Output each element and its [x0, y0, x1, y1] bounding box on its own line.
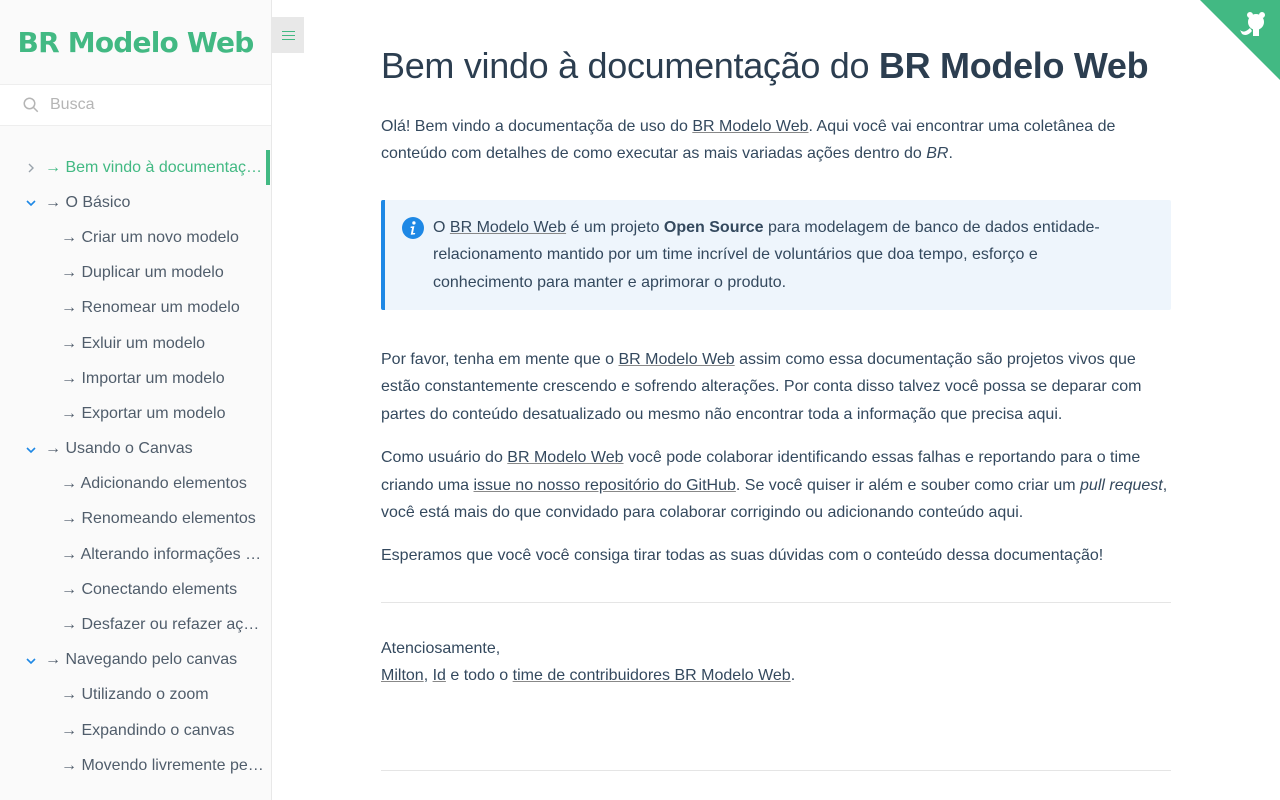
hamburger-icon-line [281, 30, 295, 32]
sidebar-item[interactable]: → Criar um novo modelo [0, 220, 271, 255]
text: é um projeto [566, 218, 664, 236]
intro-paragraph: Olá! Bem vindo a documentaçõa de uso do … [381, 113, 1171, 168]
search-input[interactable] [50, 96, 260, 114]
app-name: BR Modelo Web [0, 0, 271, 84]
github-corner-icon[interactable] [1200, 0, 1280, 80]
sidebar-item-label: → Utilizando o zoom [61, 686, 209, 704]
main-content: Bem vindo à documentação do BR Modelo We… [381, 0, 1171, 771]
sidebar-item-label: → Usando o Canvas [45, 440, 193, 458]
sidebar-item[interactable]: → Exluir um modelo [0, 326, 271, 361]
page-title: Bem vindo à documentação do BR Modelo We… [381, 44, 1171, 88]
milton-link[interactable]: Milton [381, 667, 424, 684]
br-modelo-web-link[interactable]: BR Modelo Web [692, 118, 808, 135]
sidebar-item-label: → Expandindo o canvas [61, 721, 235, 739]
strong-text: Open Source [663, 218, 764, 236]
github-issue-link[interactable]: issue no nosso repositório do GitHub [474, 477, 736, 494]
sidebar-item[interactable]: → Renomeando elementos [0, 502, 271, 537]
text: . [790, 667, 796, 685]
sidebar-item[interactable]: → O Básico [0, 185, 271, 220]
sidebar-item-label: → Criar um novo modelo [61, 228, 239, 246]
sidebar-item-label: → Bem vindo à documentação do BR Modelo … [45, 158, 263, 176]
sidebar-nav: → Bem vindo à documentação do BR Modelo … [0, 126, 271, 783]
sidebar-item-label: → Renomear um modelo [61, 299, 240, 317]
sidebar-item[interactable]: → Renomear um modelo [0, 291, 271, 326]
id-link[interactable]: Id [433, 667, 446, 684]
sidebar-item[interactable]: → Importar um modelo [0, 361, 271, 396]
info-icon [402, 216, 424, 239]
sidebar-item-label: → O Básico [45, 193, 131, 211]
signature-paragraph: Atenciosamente, Milton, Id e todo o time … [381, 635, 1171, 690]
br-modelo-web-link[interactable]: BR Modelo Web [618, 351, 734, 368]
info-callout-text: O BR Modelo Web é um projeto Open Source… [433, 214, 1141, 296]
sidebar-item-label: → Alterando informações dos elementos [61, 545, 264, 563]
sidebar-item[interactable]: → Conectando elements [0, 572, 271, 607]
sidebar-item-label: → Navegando pelo canvas [45, 651, 238, 669]
sidebar-item-label: → Importar um modelo [61, 369, 225, 387]
br-modelo-web-link[interactable]: BR Modelo Web [507, 449, 623, 466]
text: . Se você quiser ir além e souber como c… [735, 476, 1081, 494]
chevron-down-icon[interactable] [25, 654, 37, 666]
hamburger-icon-line [281, 34, 295, 36]
sidebar-item[interactable]: → Movendo livremente pelo canvas [0, 748, 271, 783]
text: Por favor, tenha em mente que o [381, 351, 619, 369]
sidebar-item-label: → Adicionando elementos [61, 475, 247, 493]
text: O [433, 218, 450, 236]
br-modelo-web-link[interactable]: BR Modelo Web [450, 219, 566, 236]
sidebar-item[interactable]: → Usando o Canvas [0, 432, 271, 467]
emphasis-text: pull request [1080, 476, 1163, 494]
chevron-right-icon[interactable] [25, 161, 37, 173]
text: Olá! Bem vindo a documentaçõa de uso do [381, 118, 693, 135]
text: e todo o [445, 667, 513, 685]
text: . [948, 145, 953, 163]
closing-paragraph: Esperamos que você você consiga tirar to… [381, 547, 1104, 565]
page-title-text: Bem vindo à documentação do [381, 45, 879, 86]
text: Como usuário do [381, 449, 508, 467]
chevron-down-icon[interactable] [25, 443, 37, 455]
info-callout: O BR Modelo Web é um projeto Open Source… [381, 199, 1171, 311]
search-box [0, 84, 271, 126]
sidebar-item[interactable]: → Navegando pelo canvas [0, 643, 271, 678]
contributors-link[interactable]: time de contribuidores BR Modelo Web [513, 667, 791, 684]
search-icon [23, 97, 39, 113]
sidebar-item-label: → Duplicar um modelo [61, 264, 224, 282]
hamburger-icon-line [281, 38, 295, 40]
sidebar-item-label: → Exportar um modelo [61, 404, 226, 422]
sidebar-item-label: → Exluir um modelo [61, 334, 206, 352]
sidebar-item[interactable]: → Expandindo o canvas [0, 713, 271, 748]
sidebar-item[interactable]: → Duplicar um modelo [0, 256, 271, 291]
sidebar-item[interactable]: → Utilizando o zoom [0, 678, 271, 713]
sidebar-item-label: → Renomeando elementos [61, 510, 256, 528]
text: , [423, 667, 433, 685]
sidebar-item[interactable]: → Adicionando elementos [0, 467, 271, 502]
divider [381, 769, 1171, 771]
chevron-down-icon[interactable] [25, 196, 37, 208]
sidebar-item-label: → Desfazer ou refazer ações [61, 616, 264, 634]
sidebar-item-label: → Conectando elements [61, 580, 238, 598]
sidebar-item-label: → Movendo livremente pelo canvas [61, 756, 264, 774]
reminder-paragraph: Por favor, tenha em mente que o BR Model… [381, 346, 1171, 428]
contribute-paragraph: Como usuário do BR Modelo Web você pode … [381, 444, 1171, 526]
sidebar-item[interactable]: → Exportar um modelo [0, 396, 271, 431]
greeting-text: Atenciosamente, [381, 639, 501, 657]
page-title-bold: BR Modelo Web [878, 45, 1149, 86]
sidebar-item[interactable]: → Bem vindo à documentação do BR Modelo … [0, 150, 271, 186]
sidebar-item[interactable]: → Alterando informações dos elementos [0, 537, 271, 572]
emphasis-text: BR [926, 145, 949, 163]
app-name-link[interactable]: BR Modelo Web [18, 26, 255, 59]
sidebar: BR Modelo Web → Bem vindo à documentação… [0, 0, 272, 800]
divider [381, 601, 1171, 603]
sidebar-item[interactable]: → Desfazer ou refazer ações [0, 607, 271, 642]
sidebar-toggle-button[interactable] [272, 17, 304, 53]
